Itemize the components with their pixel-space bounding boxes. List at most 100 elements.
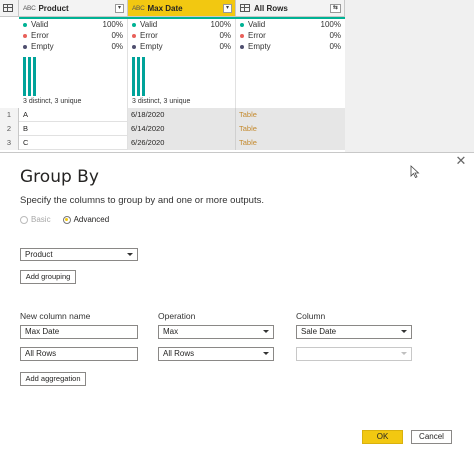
mouse-pointer-icon [410, 165, 420, 179]
table-row[interactable]: 2 B 6/14/2020 Table [0, 122, 345, 136]
error-row: Error 0% [19, 30, 127, 41]
valid-row: Valid 100% [236, 19, 345, 30]
basic-radio[interactable] [20, 215, 28, 224]
table-icon [3, 4, 13, 12]
column-profile-max-date: Valid 100% Error 0% Empty 0% 3 distinct, 3 … [128, 19, 236, 108]
empty-label: Empty [248, 42, 271, 51]
new-column-name-input[interactable]: All Rows [20, 347, 138, 361]
error-label: Error [31, 31, 49, 40]
distribution-bar [28, 57, 31, 96]
cell-product[interactable]: B [19, 122, 128, 136]
column-profile-product: Valid 100% Error 0% Empty 0% 3 distinct, 3 … [19, 19, 128, 108]
grouping-column-select[interactable]: Product [20, 248, 138, 261]
filter-dropdown-icon[interactable]: ▾ [115, 3, 124, 13]
row-number: 3 [0, 136, 19, 150]
table-type-icon[interactable] [240, 4, 250, 12]
new-column-name-header: New column name [20, 311, 91, 321]
operation-select[interactable]: Max [158, 325, 274, 339]
empty-dot-icon [132, 44, 136, 49]
column-title: Max Date [147, 3, 183, 13]
grouping-column-value: Product [25, 250, 53, 259]
cell-max-date[interactable]: 6/14/2020 [128, 122, 236, 136]
empty-pct: 0% [111, 42, 123, 51]
column-header-all-rows[interactable]: All Rows ⇆ [236, 0, 345, 17]
cell-max-date[interactable]: 6/26/2020 [128, 136, 236, 150]
chevron-down-icon [263, 352, 269, 355]
empty-label: Empty [140, 42, 163, 51]
valid-row: Valid 100% [128, 19, 235, 30]
error-row: Error 0% [128, 30, 235, 41]
add-grouping-button[interactable]: Add grouping [20, 270, 76, 284]
distribution-bar [33, 57, 36, 96]
cell-all-rows-table-link[interactable]: Table [236, 108, 345, 122]
valid-label: Valid [248, 20, 266, 29]
chevron-down-icon [401, 330, 407, 333]
distribution-bar [142, 57, 145, 96]
add-aggregation-button[interactable]: Add aggregation [20, 372, 86, 386]
operation-select[interactable]: All Rows [158, 347, 274, 361]
column-title: Product [38, 3, 69, 13]
basic-radio-label[interactable]: Basic [31, 215, 51, 224]
advanced-radio[interactable] [62, 215, 71, 224]
distribution-bar [23, 57, 26, 96]
table-row[interactable]: 1 A 6/18/2020 Table [0, 108, 345, 122]
empty-dot-icon [23, 44, 27, 49]
valid-dot-icon [240, 22, 244, 27]
column-header: Column [296, 311, 326, 321]
table-menu-button[interactable] [0, 0, 19, 17]
cell-max-date[interactable]: 6/18/2020 [128, 108, 236, 122]
error-dot-icon [240, 33, 244, 38]
close-icon[interactable]: ✕ [455, 154, 467, 167]
error-dot-icon [23, 33, 27, 38]
valid-pct: 100% [210, 20, 231, 29]
mode-radio-group: Basic Advanced [20, 215, 109, 224]
grid-empty-area [345, 0, 474, 152]
column-header-product[interactable]: ABC Product ▾ [19, 0, 128, 17]
error-dot-icon [132, 33, 136, 38]
distribution-bars [132, 57, 152, 96]
cell-product[interactable]: A [19, 108, 128, 122]
column-profile-all-rows: Valid 100% Error 0% Empty 0% [236, 19, 345, 108]
empty-dot-icon [240, 44, 244, 49]
dialog-subtitle: Specify the columns to group by and one … [20, 195, 264, 206]
text-type-icon[interactable]: ABC [132, 5, 145, 12]
expand-column-icon[interactable]: ⇆ [330, 3, 341, 13]
data-grid: ABC Product ▾ ABC Max Date ▾ All Rows ⇆ … [0, 0, 345, 152]
table-row[interactable]: 3 C 6/26/2020 Table [0, 136, 345, 150]
row-number: 1 [0, 108, 19, 122]
filter-dropdown-icon[interactable]: ▾ [223, 3, 232, 13]
chevron-down-icon [263, 330, 269, 333]
empty-pct: 0% [219, 42, 231, 51]
error-label: Error [248, 31, 266, 40]
advanced-radio-label[interactable]: Advanced [74, 215, 110, 224]
chevron-down-icon [127, 253, 133, 256]
column-select-disabled [296, 347, 412, 361]
distribution-bar [132, 57, 135, 96]
row-number: 2 [0, 122, 19, 136]
operation-value: Max [163, 327, 179, 336]
ok-button[interactable]: OK [362, 430, 403, 444]
distinct-count: 3 distinct, 3 unique [23, 98, 82, 105]
distribution-bar [137, 57, 140, 96]
cancel-button[interactable]: Cancel [411, 430, 452, 444]
column-header-max-date[interactable]: ABC Max Date ▾ [128, 0, 236, 17]
valid-row: Valid 100% [19, 19, 127, 30]
cell-all-rows-table-link[interactable]: Table [236, 136, 345, 150]
cell-product[interactable]: C [19, 136, 128, 150]
column-value: Sale Date [301, 327, 337, 336]
distinct-count: 3 distinct, 3 unique [132, 98, 191, 105]
dialog-title: Group By [20, 167, 99, 187]
valid-label: Valid [140, 20, 158, 29]
new-column-name-input[interactable]: Max Date [20, 325, 138, 339]
empty-row: Empty 0% [236, 41, 345, 52]
error-pct: 0% [111, 31, 123, 40]
operation-header: Operation [158, 311, 196, 321]
text-type-icon[interactable]: ABC [23, 5, 36, 12]
cell-all-rows-table-link[interactable]: Table [236, 122, 345, 136]
valid-pct: 100% [102, 20, 123, 29]
valid-dot-icon [132, 22, 136, 27]
empty-row: Empty 0% [128, 41, 235, 52]
error-row: Error 0% [236, 30, 345, 41]
operation-value: All Rows [163, 349, 195, 358]
column-select[interactable]: Sale Date [296, 325, 412, 339]
